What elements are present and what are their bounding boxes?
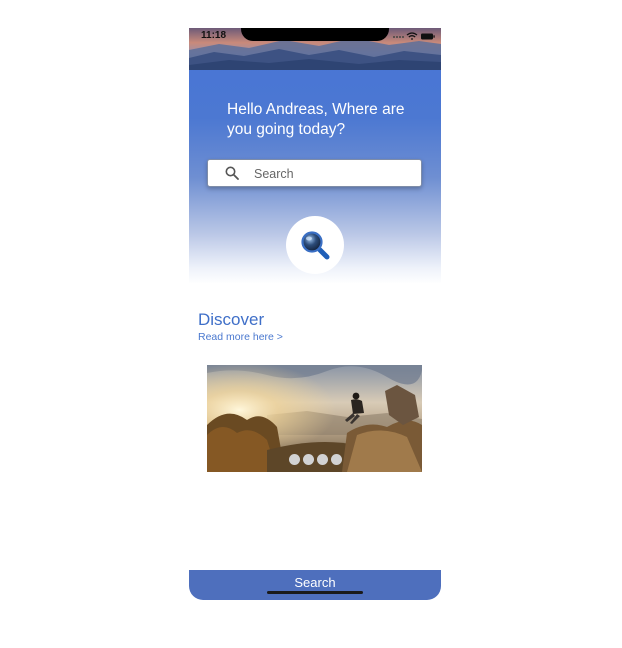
discover-heading: Discover xyxy=(198,310,265,329)
carousel-dot-1[interactable] xyxy=(289,454,300,465)
read-more-link[interactable]: Read more here > xyxy=(198,331,283,343)
magnifier-icon xyxy=(301,231,330,260)
bottom-search-bar[interactable]: Search xyxy=(189,570,441,600)
battery-icon xyxy=(421,33,435,40)
hero-header: 11:18 Hello Andreas, Where are you going… xyxy=(189,28,441,284)
phone-screen: 11:18 Hello Andreas, Where are you going… xyxy=(189,28,441,600)
device-notch xyxy=(241,28,389,41)
search-box[interactable] xyxy=(207,159,422,187)
home-indicator xyxy=(267,591,363,594)
search-input[interactable] xyxy=(254,164,414,183)
bottom-search-label: Search xyxy=(294,575,336,590)
search-icon xyxy=(225,166,239,180)
carousel-dot-2[interactable] xyxy=(303,454,314,465)
status-time: 11:18 xyxy=(201,30,227,41)
discover-carousel[interactable] xyxy=(207,365,422,472)
greeting-text: Hello Andreas, Where are you going today… xyxy=(227,101,405,138)
carousel-dots xyxy=(289,454,342,465)
wifi-icon xyxy=(406,32,418,40)
signal-dots-icon xyxy=(393,36,404,38)
carousel-dot-3[interactable] xyxy=(317,454,328,465)
carousel-dot-4[interactable] xyxy=(331,454,342,465)
magnifier-button[interactable] xyxy=(286,216,344,274)
status-icons xyxy=(393,32,435,40)
